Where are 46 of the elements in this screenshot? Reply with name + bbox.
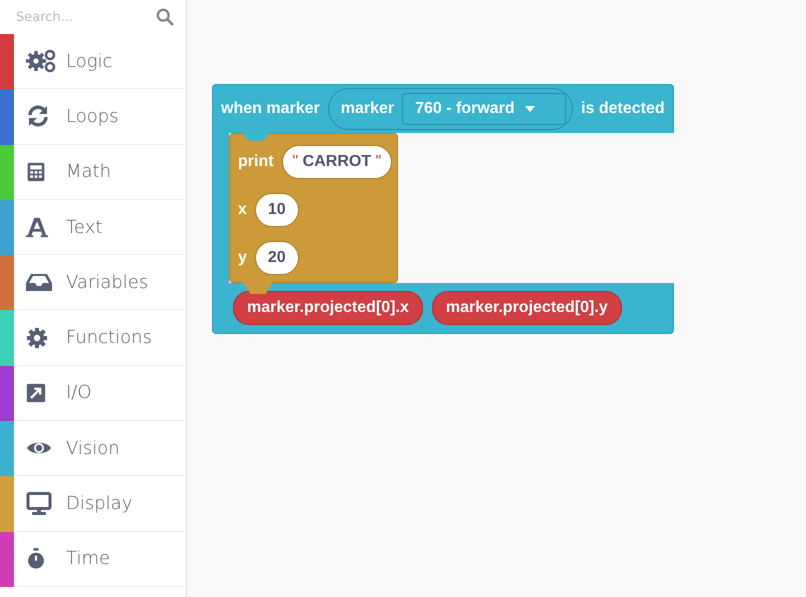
- number-field[interactable]: 10: [254, 193, 299, 227]
- category-item[interactable]: I/O: [0, 366, 186, 422]
- arrow-square-icon: [26, 382, 46, 403]
- category-label: Math: [66, 161, 112, 182]
- category-item[interactable]: Display: [0, 476, 186, 532]
- category-label: Display: [66, 493, 132, 514]
- caret-icon: [524, 106, 535, 112]
- block-label: y: [238, 249, 247, 267]
- category-item[interactable]: Variables: [0, 255, 186, 310]
- print-block[interactable]: print " CARROT " x 10 y 20: [229, 133, 398, 283]
- connector-notch: [242, 133, 270, 141]
- gears-icon: [26, 49, 56, 74]
- category-label: Time: [66, 548, 110, 570]
- search-icon[interactable]: [156, 8, 174, 26]
- reporter-block[interactable]: marker.projected[0].y: [432, 291, 622, 325]
- category-item[interactable]: Time: [0, 532, 186, 587]
- category-label: Variables: [66, 272, 148, 293]
- category-item[interactable]: Math: [0, 144, 186, 200]
- category-label: Functions: [66, 327, 152, 348]
- category-label: Text: [66, 216, 102, 238]
- block-label: x: [238, 201, 247, 219]
- event-block[interactable]: when marker marker 760 - forward is detected print " CARROT " x 10 y 20 marker.projected[0].x marker.projected[0].y: [212, 84, 674, 334]
- block-label: print: [238, 153, 274, 171]
- block-label: when marker: [221, 100, 320, 118]
- category-item[interactable]: Logic: [0, 34, 186, 90]
- text-value-field[interactable]: " CARROT ": [282, 145, 392, 179]
- category-label: Loops: [66, 106, 119, 127]
- inbox-tray-icon: [26, 271, 52, 294]
- number-field[interactable]: 20: [254, 241, 299, 275]
- category-item[interactable]: Text: [0, 200, 186, 256]
- category-item[interactable]: Loops: [0, 89, 186, 145]
- refresh-icon: [26, 104, 50, 128]
- reporter-block[interactable]: marker.projected[0].x: [233, 291, 423, 325]
- calculator-icon: [26, 160, 46, 183]
- category-label: I/O: [66, 382, 92, 404]
- category-item[interactable]: Vision: [0, 421, 186, 476]
- monitor-icon: [26, 492, 52, 516]
- block-label: is detected: [581, 100, 665, 118]
- category-item[interactable]: Functions: [0, 310, 186, 366]
- gear-icon: [26, 326, 48, 349]
- dropdown-value: 760 - forward: [415, 100, 515, 118]
- stopwatch-icon: [26, 546, 46, 571]
- category-label: Vision: [66, 438, 120, 459]
- letter-a-icon: [26, 216, 48, 238]
- block-label: marker: [340, 100, 394, 118]
- category-label: Logic: [66, 50, 112, 72]
